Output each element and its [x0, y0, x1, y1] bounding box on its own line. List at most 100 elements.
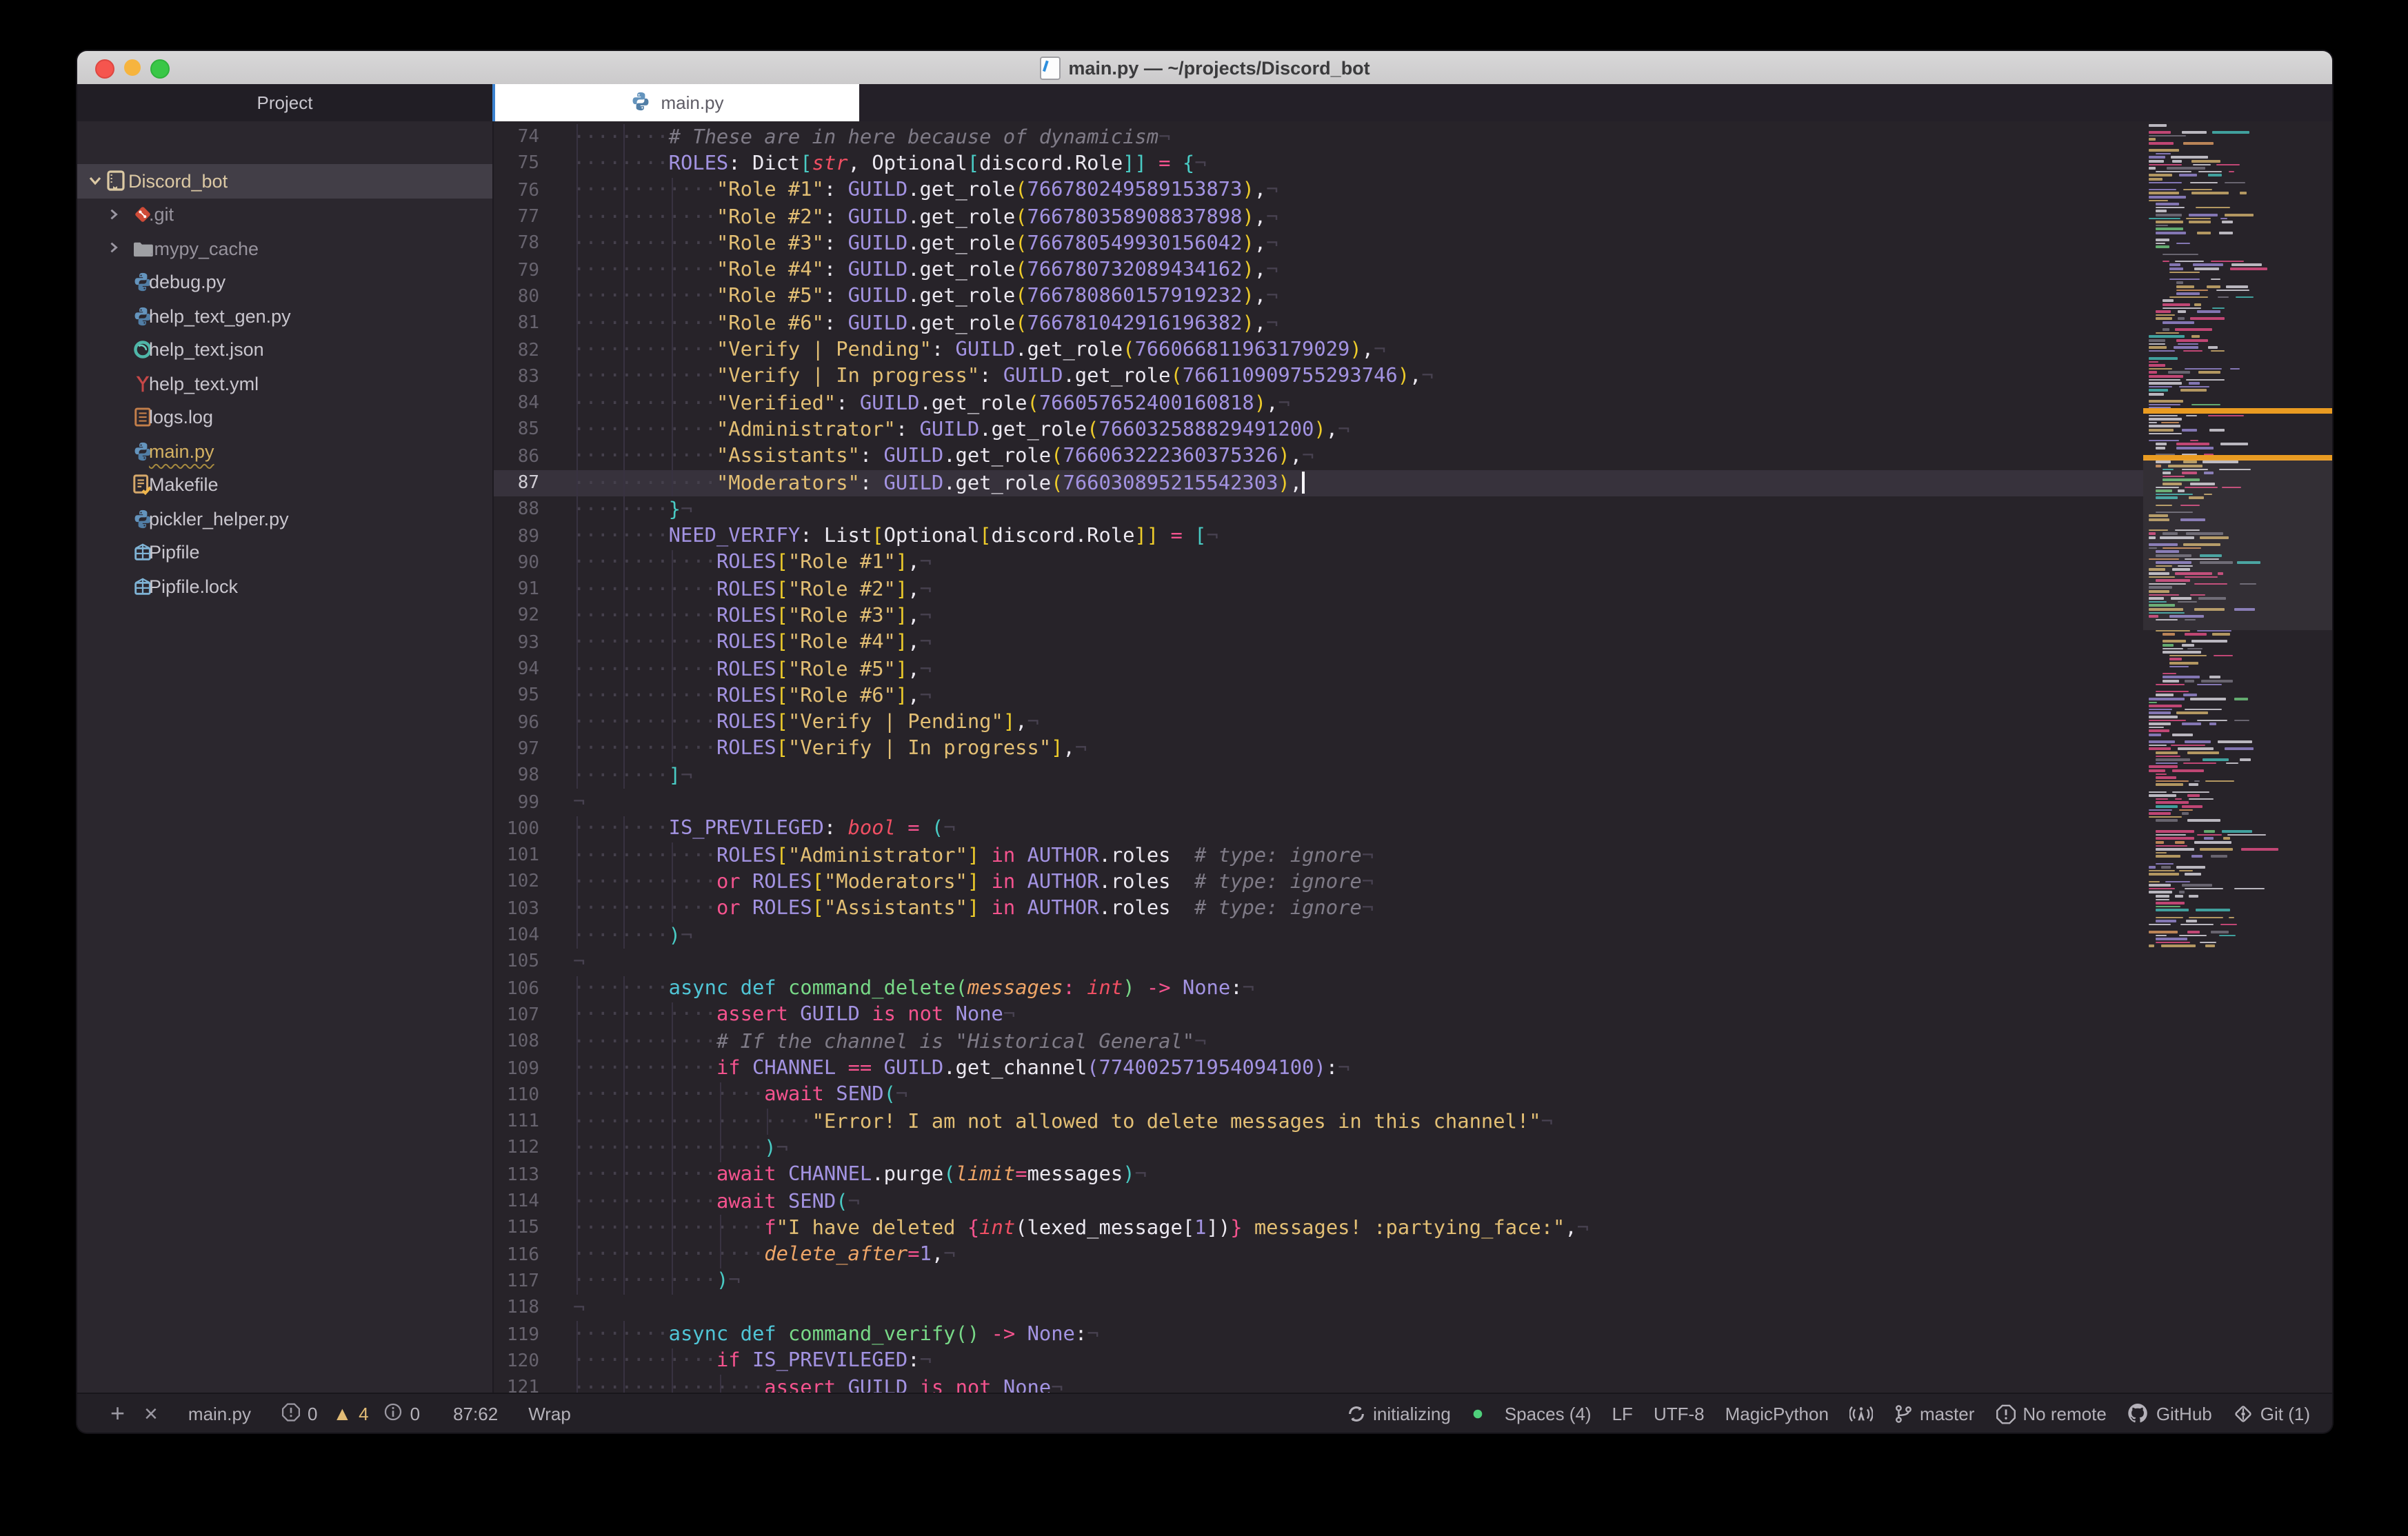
code-line-87[interactable]: 87············"Moderators": GUILD.get_ro… — [494, 470, 2332, 497]
code-line-93[interactable]: 93············ROLES["Role #4"],¬ — [494, 629, 2332, 656]
status-item-antenna[interactable] — [1849, 1403, 1873, 1424]
code-line-118[interactable]: 118¬ — [494, 1295, 2332, 1322]
code-line-90[interactable]: 90············ROLES["Role #1"],¬ — [494, 550, 2332, 577]
code-line-95[interactable]: 95············ROLES["Role #6"],¬ — [494, 683, 2332, 709]
sidebar-item-logs-log[interactable]: logs.log — [77, 401, 492, 434]
project-sidebar[interactable]: Discord_bot.git.mypy_cachedebug.pyhelp_t… — [77, 121, 494, 1394]
code-line-103[interactable]: 103············or ROLES["Assistants"] in… — [494, 896, 2332, 922]
code-line-109[interactable]: 109············if CHANNEL == GUILD.get_c… — [494, 1055, 2332, 1082]
sidebar-item-help-text-json[interactable]: help_text.json — [77, 333, 492, 367]
indent-guide — [672, 869, 673, 896]
new-file-icon[interactable]: + — [110, 1401, 125, 1426]
chevron-right-icon[interactable] — [108, 208, 121, 222]
code-line-88[interactable]: 88········}¬ — [494, 496, 2332, 523]
document-proxy-icon[interactable] — [1039, 56, 1060, 79]
minimap-code-line — [2156, 221, 2183, 223]
code-line-107[interactable]: 107············assert GUILD is not None¬ — [494, 1002, 2332, 1029]
code-line-76[interactable]: 76············"Role #1": GUILD.get_role(… — [494, 177, 2332, 204]
code-line-74[interactable]: 74········# These are in here because of… — [494, 124, 2332, 151]
sidebar-item-help-text-yml[interactable]: help_text.yml — [77, 367, 492, 401]
minimap-code-line — [2149, 196, 2185, 198]
code-line-112[interactable]: 112················)¬ — [494, 1135, 2332, 1162]
code-editor[interactable]: 74········# These are in here because of… — [494, 121, 2332, 1394]
minimap[interactable] — [2143, 121, 2332, 1394]
code-line-81[interactable]: 81············"Role #6": GUILD.get_role(… — [494, 310, 2332, 337]
code-line-102[interactable]: 102············or ROLES["Moderators"] in… — [494, 869, 2332, 896]
code-line-110[interactable]: 110················await SEND(¬ — [494, 1082, 2332, 1109]
code-line-113[interactable]: 113············await CHANNEL.purge(limit… — [494, 1162, 2332, 1189]
sidebar-item-makefile[interactable]: Makefile — [77, 468, 492, 502]
minimap-code-line — [2156, 758, 2190, 760]
minimize-window-button[interactable] — [124, 59, 141, 76]
code-line-86[interactable]: 86············"Assistants": GUILD.get_ro… — [494, 443, 2332, 470]
sidebar-item-debug-py[interactable]: debug.py — [77, 265, 492, 299]
code-line-108[interactable]: 108············# If the channel is "Hist… — [494, 1029, 2332, 1055]
code-line-117[interactable]: 117············)¬ — [494, 1269, 2332, 1295]
code-line-120[interactable]: 120············if IS_PREVILEGED:¬ — [494, 1348, 2332, 1375]
status-item-no-remote[interactable]: No remote — [1995, 1403, 2106, 1424]
code-line-105[interactable]: 105¬ — [494, 949, 2332, 976]
code-line-83[interactable]: 83············"Verify | In progress": GU… — [494, 363, 2332, 390]
sidebar-item-pipfile-lock[interactable]: Pipfile.lock — [77, 569, 492, 603]
cursor-position[interactable]: 87:62 — [453, 1403, 498, 1424]
code-line-80[interactable]: 80············"Role #5": GUILD.get_role(… — [494, 284, 2332, 311]
code-line-91[interactable]: 91············ROLES["Role #2"],¬ — [494, 576, 2332, 603]
code-line-101[interactable]: 101············ROLES["Administrator"] in… — [494, 842, 2332, 869]
code-line-98[interactable]: 98········]¬ — [494, 762, 2332, 789]
code-line-94[interactable]: 94············ROLES["Role #5"],¬ — [494, 656, 2332, 683]
code-line-114[interactable]: 114············await SEND(¬ — [494, 1189, 2332, 1215]
sidebar-item-main-py[interactable]: main.py — [77, 434, 492, 468]
status-item-git-1-[interactable]: Git (1) — [2233, 1403, 2310, 1424]
code-line-106[interactable]: 106········async def command_delete(mess… — [494, 976, 2332, 1002]
status-item-lf[interactable]: LF — [1612, 1403, 1633, 1424]
close-window-button[interactable] — [95, 59, 114, 79]
minimap-viewport[interactable] — [2143, 458, 2332, 630]
status-item-magicpython[interactable]: MagicPython — [1725, 1403, 1829, 1424]
title-bar[interactable]: main.py — ~/projects/Discord_bot — [77, 51, 2332, 85]
zoom-window-button[interactable] — [150, 59, 170, 79]
minimap-code-line — [2205, 838, 2214, 840]
code-line-79[interactable]: 79············"Role #4": GUILD.get_role(… — [494, 257, 2332, 284]
sidebar-item--git[interactable]: .git — [77, 198, 492, 232]
sidebar-item--mypy-cache[interactable]: .mypy_cache — [77, 232, 492, 265]
diagnostics[interactable]: 0 ▲ 4 0 — [281, 1402, 420, 1425]
code-line-96[interactable]: 96············ROLES["Verify | Pending"],… — [494, 709, 2332, 736]
sidebar-item-discord-bot[interactable]: Discord_bot — [77, 164, 492, 198]
status-filename[interactable]: main.py — [188, 1403, 251, 1424]
minimap-code-line — [2240, 758, 2251, 760]
status-item-github[interactable]: GitHub — [2127, 1402, 2212, 1424]
wrap-indicator[interactable]: Wrap — [528, 1403, 571, 1424]
code-line-89[interactable]: 89········NEED_VERIFY: List[Optional[dis… — [494, 523, 2332, 550]
status-item-initializing[interactable]: initializing — [1345, 1403, 1451, 1424]
code-line-92[interactable]: 92············ROLES["Role #3"],¬ — [494, 603, 2332, 630]
code-line-77[interactable]: 77············"Role #2": GUILD.get_role(… — [494, 204, 2332, 231]
tab-bar[interactable]: main.py — [492, 84, 2332, 121]
code-line-121[interactable]: 121················assert GUILD is not N… — [494, 1375, 2332, 1394]
code-line-104[interactable]: 104········)¬ — [494, 922, 2332, 949]
minimap-code-line — [2180, 924, 2213, 926]
code-line-78[interactable]: 78············"Role #3": GUILD.get_role(… — [494, 230, 2332, 257]
status-item-dot[interactable] — [1472, 1407, 1484, 1419]
chevron-right-icon[interactable] — [108, 242, 121, 256]
tab-main-py[interactable]: main.py — [495, 84, 859, 121]
code-line-99[interactable]: 99¬ — [494, 789, 2332, 816]
chevron-down-icon[interactable] — [88, 174, 102, 188]
sidebar-item-pipfile[interactable]: Pipfile — [77, 536, 492, 569]
code-line-116[interactable]: 116················delete_after=1,¬ — [494, 1242, 2332, 1269]
code-line-119[interactable]: 119········async def command_verify() ->… — [494, 1322, 2332, 1348]
status-item-master[interactable]: master — [1894, 1403, 1974, 1424]
code-line-75[interactable]: 75········ROLES: Dict[str, Optional[disc… — [494, 151, 2332, 178]
close-file-icon[interactable]: × — [144, 1402, 158, 1425]
sidebar-item-help-text-gen-py[interactable]: help_text_gen.py — [77, 299, 492, 333]
code-line-82[interactable]: 82············"Verify | Pending": GUILD.… — [494, 337, 2332, 364]
indent-guide — [576, 124, 577, 151]
code-line-97[interactable]: 97············ROLES["Verify | In progres… — [494, 736, 2332, 763]
sidebar-item-pickler-helper-py[interactable]: pickler_helper.py — [77, 502, 492, 536]
code-line-115[interactable]: 115················f"I have deleted {int… — [494, 1215, 2332, 1242]
code-line-84[interactable]: 84············"Verified": GUILD.get_role… — [494, 390, 2332, 417]
status-item-utf-8[interactable]: UTF-8 — [1654, 1403, 1705, 1424]
code-line-85[interactable]: 85············"Administrator": GUILD.get… — [494, 417, 2332, 444]
code-line-100[interactable]: 100········IS_PREVILEGED: bool = (¬ — [494, 816, 2332, 842]
code-line-111[interactable]: 111····················"Error! I am not … — [494, 1109, 2332, 1135]
status-item-spaces-4-[interactable]: Spaces (4) — [1505, 1403, 1592, 1424]
